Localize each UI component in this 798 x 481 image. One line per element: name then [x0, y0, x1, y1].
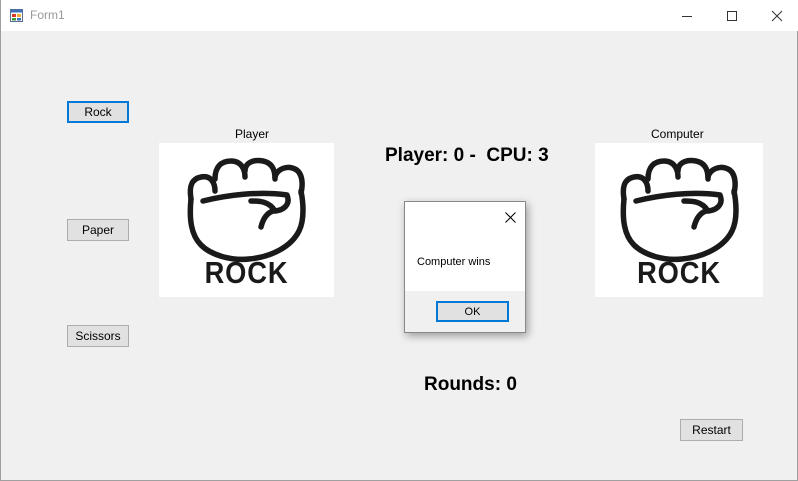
dialog-close-button[interactable]: [501, 208, 519, 226]
dialog-message: Computer wins: [417, 256, 491, 268]
restart-button[interactable]: Restart: [680, 419, 743, 441]
paper-button[interactable]: Paper: [67, 219, 129, 241]
rock-button[interactable]: Rock: [67, 101, 129, 123]
form-window: Form1 Rock Paper Scissors Player ROCK Pl…: [0, 0, 798, 481]
title-bar[interactable]: Form1: [1, 0, 798, 31]
close-icon: [504, 211, 516, 223]
ok-button[interactable]: OK: [436, 301, 509, 322]
dialog-footer: OK: [405, 291, 525, 332]
app-icon: [10, 9, 23, 22]
message-dialog: Computer wins OK: [404, 201, 526, 333]
score-label: Player: 0 - CPU: 3: [385, 145, 549, 166]
computer-choice-text: ROCK: [637, 255, 721, 290]
computer-choice-picture: ROCK: [595, 143, 763, 297]
rounds-label: Rounds: 0: [424, 374, 517, 395]
player-choice-picture: ROCK: [159, 143, 334, 297]
close-window-button[interactable]: [754, 0, 798, 31]
computer-label: Computer: [651, 127, 704, 141]
scissors-button[interactable]: Scissors: [67, 325, 129, 347]
maximize-icon: [727, 10, 737, 21]
minimize-icon: [682, 15, 692, 17]
player-label: Player: [235, 127, 270, 141]
maximize-button[interactable]: [709, 0, 755, 31]
close-icon: [771, 10, 783, 21]
window-title: Form1: [30, 8, 65, 22]
minimize-button[interactable]: [664, 0, 710, 31]
player-choice-text: ROCK: [204, 255, 289, 290]
